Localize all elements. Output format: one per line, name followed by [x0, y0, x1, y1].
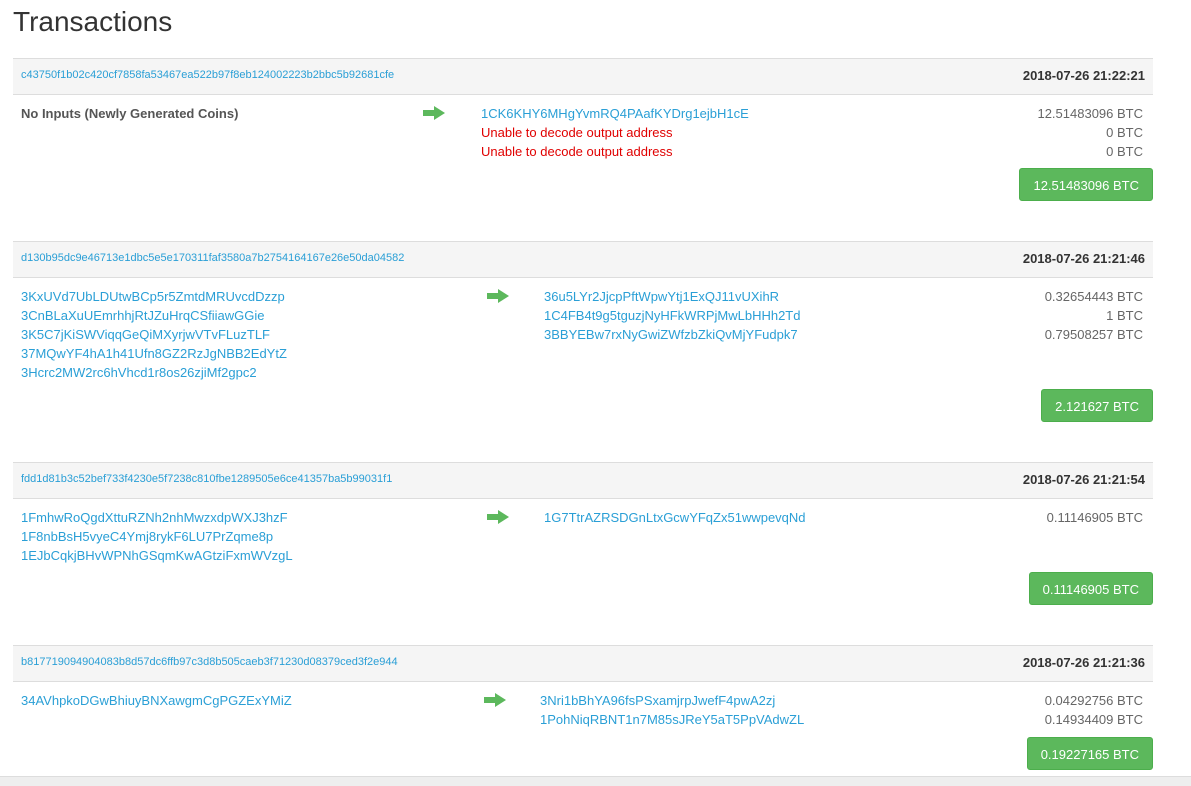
- input-address-link[interactable]: 34AVhpkoDGwBhiuyBNXawgmCgPGZExYMiZ: [21, 691, 292, 710]
- transaction-header: d130b95dc9e46713e1dbc5e5e170311faf3580a7…: [13, 242, 1153, 278]
- output-address-link[interactable]: 1C4FB4t9g5tguzjNyHFkWRPjMwLbHHh2Td: [544, 306, 800, 325]
- output-address-link[interactable]: 36u5LYr2JjcpPftWpwYtj1ExQJ11vUXihR: [544, 287, 800, 306]
- output-address-link[interactable]: 1CK6KHY6MHgYvmRQ4PAafKYDrg1ejbH1cE: [481, 104, 749, 123]
- output-amount: 0.79508257 BTC: [1044, 327, 1143, 342]
- transaction-header: c43750f1b02c420cf7858fa53467ea522b97f8eb…: [13, 59, 1153, 95]
- transaction-time: 2018-07-26 21:22:21: [1022, 68, 1145, 83]
- transaction-hash-link[interactable]: fdd1d81b3c52bef733f4230e5f7238c810fbe128…: [21, 473, 392, 485]
- input-address-link[interactable]: 3K5C7jKiSWViqqGeQiMXyrjwVTvFLuzTLF: [21, 325, 287, 344]
- output-address-link[interactable]: 1G7TtrAZRSDGnLtxGcwYFqZx51wwpevqNd: [544, 508, 806, 527]
- transaction-hash-link[interactable]: c43750f1b02c420cf7858fa53467ea522b97f8eb…: [21, 69, 394, 81]
- inputs-list: No Inputs (Newly Generated Coins): [21, 104, 238, 123]
- input-address-link[interactable]: 3Hcrc2MW2rc6hVhcd1r8os26zjiMf2gpc2: [21, 363, 287, 382]
- transactions-list: c43750f1b02c420cf7858fa53467ea522b97f8eb…: [13, 58, 1153, 786]
- arrow-right-icon: [487, 289, 509, 303]
- output-amounts: 12.51483096 BTC 0 BTC 0 BTC: [1037, 104, 1143, 161]
- transaction-header: b817719094904083b8d57dc6ffb97c3d8b505cae…: [13, 646, 1153, 682]
- arrow-right-icon: [487, 510, 509, 524]
- inputs-list: 3KxUVd7UbLDUtwBCp5r5ZmtdMRUvcdDzzp 3CnBL…: [21, 287, 287, 382]
- total-amount-badge[interactable]: 2.121627 BTC: [1041, 389, 1153, 422]
- output-amount: 0 BTC: [1106, 125, 1143, 140]
- input-address-link[interactable]: 1F8nbBsH5vyeC4Ymj8rykF6LU7PrZqme8p: [21, 527, 293, 546]
- input-address-link[interactable]: 3KxUVd7UbLDUtwBCp5r5ZmtdMRUvcdDzzp: [21, 287, 287, 306]
- output-amount: 0 BTC: [1106, 144, 1143, 159]
- output-amount: 0.14934409 BTC: [1044, 712, 1143, 727]
- outputs-list: 36u5LYr2JjcpPftWpwYtj1ExQJ11vUXihR 1C4FB…: [544, 287, 800, 344]
- arrow-right-icon: [423, 106, 445, 120]
- transaction: d130b95dc9e46713e1dbc5e5e170311faf3580a7…: [13, 241, 1153, 462]
- total-amount-badge[interactable]: 0.11146905 BTC: [1028, 572, 1153, 605]
- output-amounts: 0.11146905 BTC: [1047, 508, 1143, 527]
- transaction-hash-link[interactable]: d130b95dc9e46713e1dbc5e5e170311faf3580a7…: [21, 252, 404, 264]
- output-amount: 1 BTC: [1106, 308, 1143, 323]
- output-amounts: 0.04292756 BTC 0.14934409 BTC: [1045, 691, 1143, 729]
- inputs-list: 1FmhwRoQgdXttuRZNh2nhMwzxdpWXJ3hzF 1F8nb…: [21, 508, 293, 565]
- arrow-right-icon: [484, 693, 506, 707]
- input-address-link[interactable]: 1EJbCqkjBHvWPNhGSqmKwAGtziFxmWVzgL: [21, 546, 293, 565]
- outputs-list: 1CK6KHY6MHgYvmRQ4PAafKYDrg1ejbH1cE Unabl…: [481, 104, 749, 161]
- output-address-link[interactable]: 3BBYEBw7rxNyGwiZWfzbZkiQvMjYFudpk7: [544, 325, 800, 344]
- output-error-text: Unable to decode output address: [481, 144, 673, 159]
- inputs-list: 34AVhpkoDGwBhiuyBNXawgmCgPGZExYMiZ: [21, 691, 292, 710]
- input-address-link[interactable]: 3CnBLaXuUEmrhhjRtJZuHrqCSfiiawGGie: [21, 306, 287, 325]
- transaction-time: 2018-07-26 21:21:54: [1022, 472, 1145, 487]
- output-amount: 0.11146905 BTC: [1046, 510, 1143, 525]
- transaction: b817719094904083b8d57dc6ffb97c3d8b505cae…: [13, 645, 1153, 786]
- transaction-time: 2018-07-26 21:21:36: [1022, 655, 1145, 670]
- output-amount: 0.04292756 BTC: [1044, 693, 1143, 708]
- output-address-link[interactable]: 1PohNiqRBNT1n7M85sJReY5aT5PpVAdwZL: [540, 710, 804, 729]
- no-inputs-label: No Inputs (Newly Generated Coins): [21, 106, 239, 121]
- total-amount-badge[interactable]: 12.51483096 BTC: [1019, 168, 1153, 201]
- transaction-header: fdd1d81b3c52bef733f4230e5f7238c810fbe128…: [13, 463, 1153, 499]
- output-amount: 12.51483096 BTC: [1037, 106, 1143, 121]
- transaction: c43750f1b02c420cf7858fa53467ea522b97f8eb…: [13, 58, 1153, 241]
- outputs-list: 3Nri1bBhYA96fsPSxamjrpJwefF4pwA2zj 1PohN…: [540, 691, 804, 729]
- total-amount-badge[interactable]: 0.19227165 BTC: [1026, 737, 1153, 770]
- input-address-link[interactable]: 1FmhwRoQgdXttuRZNh2nhMwzxdpWXJ3hzF: [21, 508, 293, 527]
- outputs-list: 1G7TtrAZRSDGnLtxGcwYFqZx51wwpevqNd: [544, 508, 806, 527]
- input-address-link[interactable]: 37MQwYF4hA1h41Ufn8GZ2RzJgNBB2EdYtZ: [21, 344, 287, 363]
- page-title: Transactions: [13, 6, 173, 37]
- output-error-text: Unable to decode output address: [481, 125, 673, 140]
- output-amounts: 0.32654443 BTC 1 BTC 0.79508257 BTC: [1045, 287, 1143, 344]
- transaction: fdd1d81b3c52bef733f4230e5f7238c810fbe128…: [13, 462, 1153, 645]
- transaction-time: 2018-07-26 21:21:46: [1022, 251, 1145, 266]
- transaction-hash-link[interactable]: b817719094904083b8d57dc6ffb97c3d8b505cae…: [21, 656, 398, 668]
- output-amount: 0.32654443 BTC: [1044, 289, 1143, 304]
- output-address-link[interactable]: 3Nri1bBhYA96fsPSxamjrpJwefF4pwA2zj: [540, 691, 804, 710]
